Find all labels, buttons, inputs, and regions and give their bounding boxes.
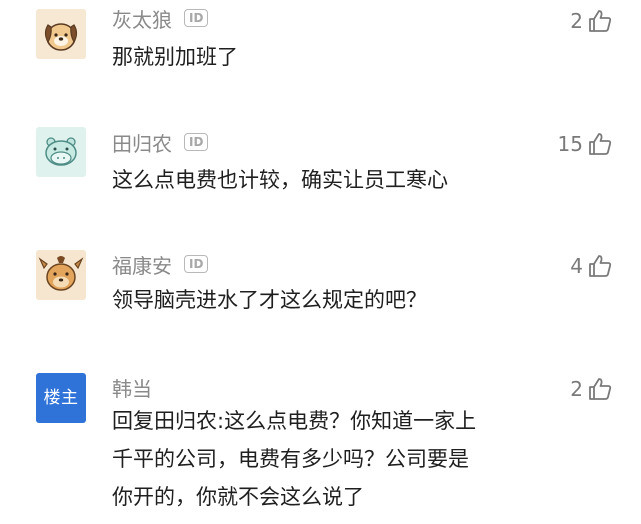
like-count: 4 bbox=[570, 254, 583, 278]
deer-avatar-icon bbox=[36, 250, 86, 300]
like-count: 2 bbox=[570, 9, 583, 33]
username[interactable]: 田归农 bbox=[112, 128, 172, 157]
comment-line: 千平的公司，电费有多少吗？公司要是 bbox=[112, 447, 469, 471]
thumbs-up-icon bbox=[589, 133, 612, 155]
avatar[interactable] bbox=[36, 127, 86, 177]
id-badge-icon: ID bbox=[184, 255, 209, 273]
reply-prefix[interactable]: 回复田归农: bbox=[112, 409, 224, 433]
comment-line-text: 这么点电费？你知道一家上 bbox=[224, 409, 477, 433]
thumbs-up-icon bbox=[589, 10, 612, 32]
id-badge-icon: ID bbox=[184, 133, 209, 151]
comment-text: 领导脑壳进水了才这么规定的吧？ bbox=[112, 288, 427, 312]
username[interactable]: 福康安 bbox=[112, 250, 172, 279]
like-count: 15 bbox=[557, 132, 583, 156]
avatar[interactable] bbox=[36, 9, 86, 59]
comment-text: 那就别加班了 bbox=[112, 45, 238, 69]
avatar[interactable] bbox=[36, 250, 86, 300]
like-button[interactable]: 4 bbox=[570, 249, 613, 283]
thumbs-up-icon bbox=[589, 378, 612, 400]
comment-line: 你开的，你就不会这么说了 bbox=[112, 485, 364, 509]
dog-avatar-icon bbox=[36, 9, 86, 59]
comment-text: 回复田归农:这么点电费？你知道一家上 千平的公司，电费有多少吗？公司要是 你开的… bbox=[112, 402, 542, 516]
like-button[interactable]: 2 bbox=[570, 372, 613, 406]
id-badge-icon: ID bbox=[184, 9, 209, 27]
thumbs-up-icon bbox=[589, 255, 612, 277]
username[interactable]: 韩当 bbox=[112, 373, 152, 402]
comment-line: 回复田归农:这么点电费？你知道一家上 bbox=[112, 402, 542, 440]
like-count: 2 bbox=[570, 377, 583, 401]
like-button[interactable]: 2 bbox=[570, 4, 613, 38]
author-badge[interactable]: 楼主 bbox=[36, 373, 86, 423]
comment-text: 这么点电费也计较，确实让员工寒心 bbox=[112, 168, 448, 192]
username[interactable]: 灰太狼 bbox=[112, 4, 172, 33]
like-button[interactable]: 15 bbox=[558, 127, 613, 161]
hippo-avatar-icon bbox=[36, 127, 86, 177]
